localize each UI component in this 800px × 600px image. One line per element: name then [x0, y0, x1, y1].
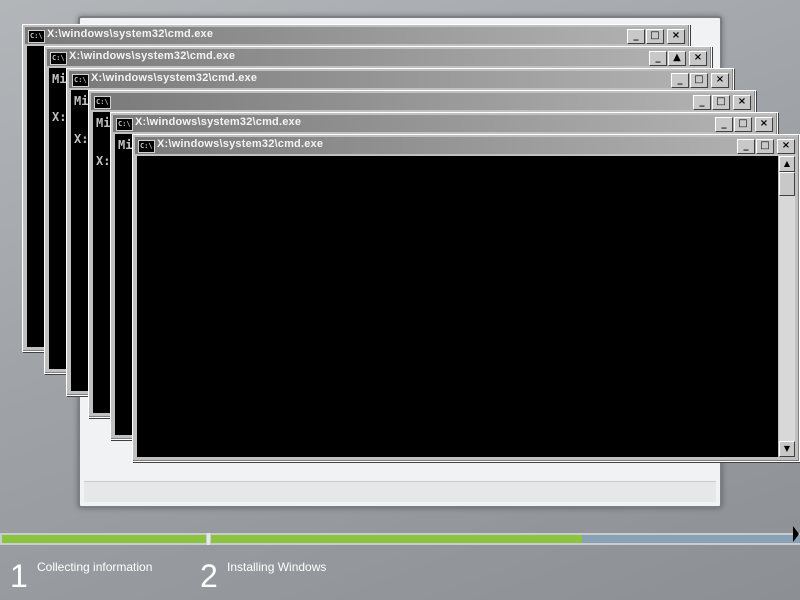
title-bar[interactable]: C:\ X:\windows\system32\cmd.exe _ □ ×	[25, 27, 687, 44]
title-bar[interactable]: C:\ _ □ ×	[91, 93, 753, 110]
console-icon: C:\	[72, 74, 89, 87]
minimize-button[interactable]: _	[715, 117, 733, 132]
maximize-button[interactable]: □	[756, 139, 774, 154]
console-icon: C:\	[50, 52, 67, 65]
progress-separator	[207, 533, 210, 545]
maximize-button[interactable]: □	[646, 29, 664, 44]
progress-step-1-fill	[2, 535, 206, 543]
maximize-button[interactable]: □	[712, 95, 730, 110]
progress-step-2-remaining	[582, 535, 800, 543]
console-icon: C:\	[138, 140, 155, 153]
close-button[interactable]: ×	[777, 139, 795, 154]
title-bar[interactable]: C:\ X:\windows\system32\cmd.exe _ ▲ ×	[47, 49, 709, 66]
window-title: X:\windows\system32\cmd.exe	[135, 116, 302, 128]
console-icon: C:\	[116, 118, 133, 131]
console-text: Mi X:	[96, 116, 111, 168]
scroll-down-icon[interactable]: ▼	[779, 441, 795, 457]
cmd-window-6[interactable]: C:\ X:\windows\system32\cmd.exe _ □ × ▲ …	[132, 134, 800, 462]
step-label: Collecting information	[37, 560, 153, 574]
step-number: 1	[10, 558, 28, 594]
minimize-button[interactable]: _	[649, 51, 667, 66]
close-button[interactable]: ×	[755, 117, 773, 132]
title-bar[interactable]: C:\ X:\windows\system32\cmd.exe _ □ ×	[135, 137, 797, 154]
minimize-button[interactable]: _	[627, 29, 645, 44]
maximize-button[interactable]: □	[690, 73, 708, 88]
scroll-up-icon[interactable]: ▲	[779, 156, 795, 172]
console-text: Mi X:	[74, 94, 89, 146]
close-button[interactable]: ×	[667, 29, 685, 44]
step-label: Installing Windows	[227, 560, 327, 574]
title-bar[interactable]: C:\ X:\windows\system32\cmd.exe _ □ ×	[113, 115, 775, 132]
close-button[interactable]: ×	[689, 51, 707, 66]
scroll-thumb[interactable]	[779, 172, 795, 196]
step-number: 2	[200, 558, 218, 594]
window-title: X:\windows\system32\cmd.exe	[91, 72, 258, 84]
close-button[interactable]: ×	[711, 73, 729, 88]
close-button[interactable]: ×	[733, 95, 751, 110]
maximize-button[interactable]: □	[734, 117, 752, 132]
maximize-button[interactable]: ▲	[668, 51, 686, 66]
window-title: X:\windows\system32\cmd.exe	[47, 28, 214, 40]
window-title: X:\windows\system32\cmd.exe	[157, 138, 324, 150]
minimize-button[interactable]: _	[693, 95, 711, 110]
window-title: X:\windows\system32\cmd.exe	[69, 50, 236, 62]
vertical-scrollbar[interactable]: ▲ ▼	[779, 156, 795, 457]
title-bar[interactable]: C:\ X:\windows\system32\cmd.exe _ □ ×	[69, 71, 731, 88]
minimize-button[interactable]: _	[737, 139, 755, 154]
console-icon: C:\	[28, 30, 45, 43]
mouse-cursor-icon	[793, 526, 799, 542]
console-text: Mi	[118, 138, 133, 152]
setup-progress-bar	[0, 533, 800, 545]
console-icon: C:\	[94, 96, 111, 109]
console-text: Mi X:	[52, 72, 67, 124]
console-output[interactable]	[137, 156, 778, 457]
minimize-button[interactable]: _	[671, 73, 689, 88]
progress-step-2-fill	[211, 535, 582, 543]
